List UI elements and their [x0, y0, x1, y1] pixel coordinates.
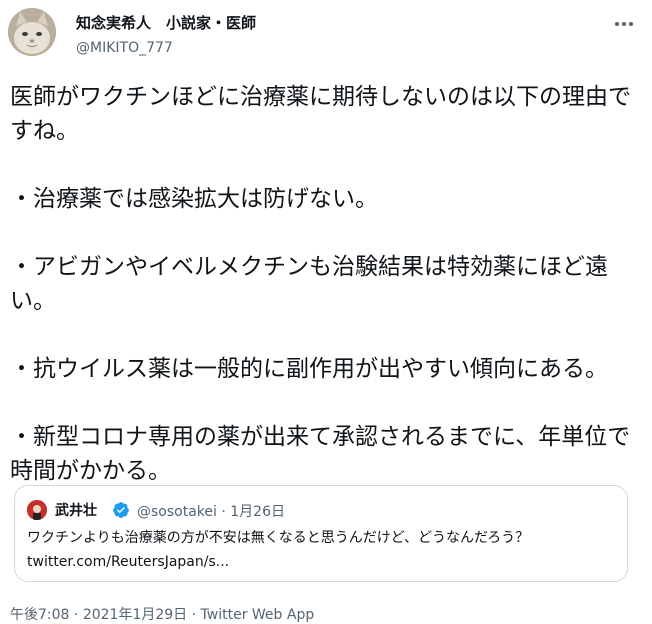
- author-name[interactable]: 知念実希人 小説家・医師: [76, 12, 256, 33]
- quoted-tweet-link[interactable]: twitter.com/ReutersJapan/s...: [27, 554, 229, 570]
- tweet-line-break: [10, 386, 636, 420]
- tweet-text: 医師がワクチンほどに治療薬に期待しないのは以下の理由ですね。 ・治療薬では感染拡…: [10, 80, 636, 488]
- quoted-avatar-icon: [27, 500, 47, 520]
- more-options-icon: [615, 22, 633, 26]
- author-handle[interactable]: @MIKITO_777: [76, 40, 173, 56]
- tweet-source-app[interactable]: Twitter Web App: [201, 607, 315, 623]
- tweet-time[interactable]: 午後7:08: [10, 607, 69, 623]
- footer-separator: ·: [69, 607, 83, 623]
- tweet-line: ・抗ウイルス薬は一般的に副作用が出やすい傾向にある。: [10, 356, 608, 382]
- cat-avatar-icon: [8, 8, 56, 56]
- tweet-line-break: [10, 148, 636, 182]
- quoted-tweet-meta[interactable]: @sosotakei · 1月26日: [137, 501, 285, 521]
- tweet-line-break: [10, 318, 636, 352]
- tweet-line: ・新型コロナ専用の薬が出来て承認されるまでに、年単位で時間がかかる。: [10, 424, 631, 484]
- tweet-date[interactable]: 2021年1月29日: [83, 607, 187, 623]
- tweet-line: ・治療薬では感染拡大は防げない。: [10, 186, 378, 212]
- quoted-tweet-text: ワクチンよりも治療薬の方が不安は無くなると思うんだけど、どうなんだろう？: [27, 530, 530, 546]
- quoted-author-avatar[interactable]: [27, 500, 47, 520]
- footer-separator: ·: [187, 607, 201, 623]
- tweet-line-break: [10, 216, 636, 250]
- verified-badge-icon: [113, 502, 129, 518]
- tweet-line: 医師がワクチンほどに治療薬に期待しないのは以下の理由ですね。: [10, 84, 631, 144]
- tweet-footer: 午後7:08 · 2021年1月29日 · Twitter Web App: [10, 604, 314, 624]
- quoted-author-name[interactable]: 武井壮: [55, 500, 97, 520]
- tweet-line: ・アビガンやイベルメクチンも治験結果は特効薬にほど遠い。: [10, 254, 608, 314]
- author-avatar[interactable]: [8, 8, 56, 56]
- more-options-button[interactable]: [606, 8, 642, 40]
- quoted-tweet[interactable]: 武井壮 @sosotakei · 1月26日 ワクチンよりも治療薬の方が不安は無…: [14, 485, 628, 582]
